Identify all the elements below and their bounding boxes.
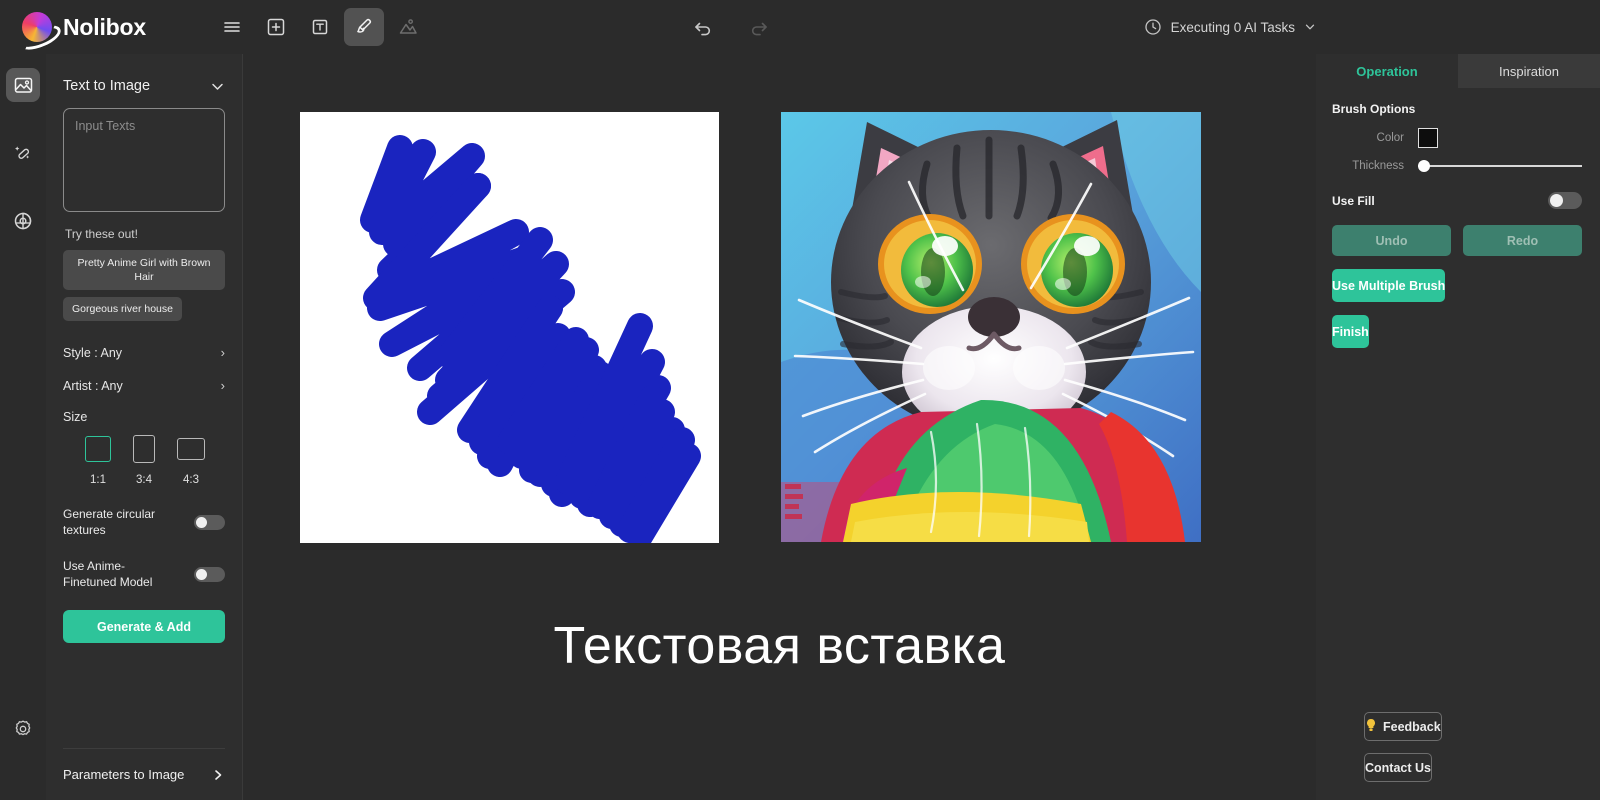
color-label: Color <box>1376 132 1404 144</box>
suggestion-chip-1[interactable]: Pretty Anime Girl with Brown Hair <box>63 250 225 290</box>
feedback-label: Feedback <box>1383 719 1441 734</box>
parameters-to-image-label: Parameters to Image <box>63 767 185 782</box>
brand-name: Nolibox <box>63 13 146 40</box>
size-caption: 4:3 <box>183 474 199 486</box>
chevron-right-icon: › <box>220 378 225 393</box>
sidebar-item-target[interactable] <box>6 204 40 238</box>
text-icon-button[interactable] <box>300 8 340 46</box>
size-caption: 1:1 <box>90 474 106 486</box>
size-swatch <box>85 436 111 462</box>
settings-gear-icon-button[interactable] <box>6 712 40 746</box>
tool-group <box>212 8 428 46</box>
top-toolbar: Nolibox Executing 0 AI Tasks <box>0 0 1600 54</box>
brush-undo-button[interactable]: Undo <box>1332 225 1451 256</box>
left-icon-rail <box>0 54 46 800</box>
menu-icon-button[interactable] <box>212 8 252 46</box>
left-panel: Text to Image Try these out! Pretty Anim… <box>46 54 243 800</box>
canvas-object-scribble[interactable] <box>300 112 719 549</box>
style-row[interactable]: Style : Any › <box>63 336 225 369</box>
right-panel-tabs: Operation Inspiration <box>1316 54 1600 88</box>
switch-knob <box>196 516 207 528</box>
thickness-row: Thickness <box>1316 152 1600 180</box>
panel-header-text-to-image[interactable]: Text to Image <box>63 64 225 108</box>
size-option-1-1[interactable]: 1:1 <box>85 434 111 486</box>
slider-knob[interactable] <box>1418 160 1430 172</box>
multiple-brush-wrap: Use Multiple Brush <box>1316 256 1600 302</box>
history-controls <box>686 10 776 44</box>
tab-operation[interactable]: Operation <box>1316 54 1458 88</box>
undo-redo-group: Undo Redo <box>1316 209 1600 256</box>
size-swatch <box>133 435 155 463</box>
right-panel: Operation Inspiration Brush Options Colo… <box>1316 54 1600 800</box>
chevron-down-icon <box>212 83 223 90</box>
redo-button[interactable] <box>742 10 776 44</box>
suggestion-chip-2[interactable]: Gorgeous river house <box>63 297 182 321</box>
try-these-label: Try these out! <box>65 227 138 241</box>
artist-row[interactable]: Artist : Any › <box>63 369 225 402</box>
sidebar-item-magic-wand[interactable] <box>6 136 40 170</box>
toggle-label: Use Anime-Finetuned Model <box>63 559 153 589</box>
use-fill-label: Use Fill <box>1332 193 1375 208</box>
canvas-area[interactable]: Текстовая вставка <box>243 54 1316 800</box>
parameters-to-image-row[interactable]: Parameters to Image <box>63 748 225 800</box>
switch-knob <box>196 568 207 580</box>
chevron-right-icon: › <box>220 345 225 360</box>
feedback-button[interactable]: Feedback <box>1364 712 1442 741</box>
contact-label: Contact Us <box>1365 760 1431 775</box>
thickness-slider[interactable] <box>1418 159 1582 173</box>
size-option-4-3[interactable]: 4:3 <box>177 434 205 486</box>
color-row: Color <box>1316 124 1600 152</box>
size-label: Size <box>63 410 88 424</box>
finish-button[interactable]: Finish <box>1332 315 1369 348</box>
switch-knob <box>1550 194 1563 207</box>
size-option-3-4[interactable]: 3:4 <box>133 434 155 486</box>
app-body: Text to Image Try these out! Pretty Anim… <box>0 54 1600 800</box>
toggle-label: Generate circular textures <box>63 507 156 537</box>
toggle-anime-model: Use Anime-Finetuned Model <box>63 558 225 590</box>
canvas-object-text[interactable]: Текстовая вставка <box>243 616 1316 676</box>
use-multiple-brush-button[interactable]: Use Multiple Brush <box>1332 269 1446 302</box>
brush-icon-button[interactable] <box>344 8 384 46</box>
size-swatch <box>177 438 205 460</box>
brand: Nolibox <box>0 12 196 42</box>
tab-inspiration[interactable]: Inspiration <box>1458 54 1600 88</box>
use-fill-switch[interactable] <box>1548 192 1582 209</box>
toggle-circular-textures: Generate circular textures <box>63 506 225 538</box>
prompt-input[interactable] <box>63 108 225 212</box>
anime-model-switch[interactable] <box>194 566 225 582</box>
generate-and-add-button[interactable]: Generate & Add <box>63 610 225 643</box>
circular-textures-switch[interactable] <box>194 514 225 530</box>
brush-color-swatch[interactable] <box>1418 128 1438 148</box>
nolibox-logo-icon <box>22 12 52 42</box>
ai-tasks-status[interactable]: Executing 0 AI Tasks <box>1144 0 1316 54</box>
right-panel-footer: Feedback Contact Us <box>1316 712 1600 782</box>
lightbulb-icon <box>1365 718 1377 735</box>
chevron-right-icon <box>215 769 222 780</box>
canvas-object-cat-image[interactable] <box>781 112 1201 542</box>
style-label: Style : Any <box>63 345 123 360</box>
brush-redo-button[interactable]: Redo <box>1463 225 1582 256</box>
finish-wrap: Finish <box>1316 302 1600 348</box>
ai-tasks-label: Executing 0 AI Tasks <box>1170 19 1295 35</box>
brush-options-title: Brush Options <box>1332 102 1416 116</box>
thickness-label: Thickness <box>1352 160 1404 172</box>
chevron-down-icon <box>1305 24 1315 30</box>
contact-us-button[interactable]: Contact Us <box>1364 753 1432 782</box>
panel-title: Text to Image <box>63 78 151 94</box>
add-icon-button[interactable] <box>256 8 296 46</box>
artist-label: Artist : Any <box>63 378 123 393</box>
slider-track <box>1418 165 1582 167</box>
use-fill-row: Use Fill <box>1316 180 1600 209</box>
clock-icon <box>1145 19 1161 35</box>
image-icon-button[interactable] <box>388 8 428 46</box>
size-caption: 3:4 <box>136 474 152 486</box>
undo-button[interactable] <box>686 10 720 44</box>
size-options: 1:1 3:4 4:3 <box>63 428 225 486</box>
app-root: Nolibox Executing 0 AI Tasks Text to Ima… <box>0 0 1600 800</box>
sidebar-item-image[interactable] <box>6 68 40 102</box>
